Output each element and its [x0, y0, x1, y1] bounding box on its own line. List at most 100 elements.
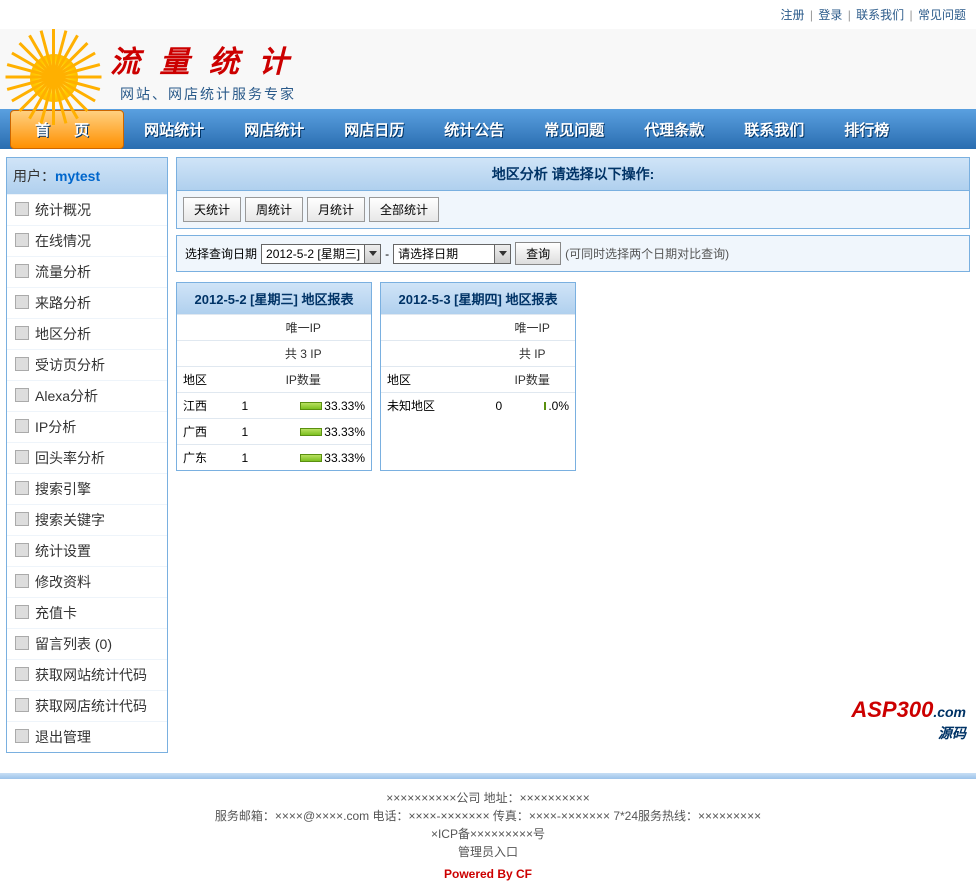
sidebar-item-label: 获取网店统计代码: [35, 698, 147, 714]
contact-link[interactable]: 联系我们: [856, 8, 904, 22]
footer-icp: ×ICP备×××××××××号: [0, 825, 976, 843]
sidebar-item-5[interactable]: 受访页分析: [7, 349, 167, 380]
date2-select[interactable]: 请选择日期: [393, 244, 511, 264]
page-icon: [15, 233, 29, 247]
cell-region: 广西: [177, 419, 236, 445]
hdr-region: 地区: [381, 367, 489, 393]
nav-item-0[interactable]: 首 页: [10, 110, 124, 149]
unique-ip-label: 唯一IP: [489, 315, 575, 341]
stat-tab-3[interactable]: 全部统计: [369, 197, 439, 222]
date1-value: 2012-5-2 [星期三]: [262, 245, 364, 262]
sidebar-item-label: 统计概况: [35, 202, 91, 218]
sidebar-item-8[interactable]: 回头率分析: [7, 442, 167, 473]
sidebar-item-15[interactable]: 获取网站统计代码: [7, 659, 167, 690]
header: 流 量 统 计 网站、网店统计服务专家: [0, 29, 976, 109]
cell-count: 133.33%: [236, 393, 372, 419]
page-icon: [15, 264, 29, 278]
total-ip-label: 共 IP: [489, 341, 575, 367]
cell-region: 未知地区: [381, 393, 489, 419]
sidebar-user: 用户：mytest: [7, 158, 167, 194]
page-icon: [15, 543, 29, 557]
stat-tab-1[interactable]: 周统计: [245, 197, 303, 222]
page-icon: [15, 667, 29, 681]
sidebar-item-16[interactable]: 获取网店统计代码: [7, 690, 167, 721]
stat-tab-2[interactable]: 月统计: [307, 197, 365, 222]
nav-item-6[interactable]: 代理条款: [624, 119, 724, 140]
panel-title: 地区分析 请选择以下操作:: [176, 157, 970, 191]
cell-region: 广东: [177, 445, 236, 471]
sidebar-item-label: 受访页分析: [35, 357, 105, 373]
page-icon: [15, 574, 29, 588]
date2-value: 请选择日期: [394, 245, 494, 262]
sidebar-item-7[interactable]: IP分析: [7, 411, 167, 442]
sidebar-item-label: 统计设置: [35, 543, 91, 559]
unique-ip-label: 唯一IP: [236, 315, 372, 341]
sidebar-item-1[interactable]: 在线情况: [7, 225, 167, 256]
main-nav: 首 页网站统计网店统计网店日历统计公告常见问题代理条款联系我们排行榜: [0, 109, 976, 149]
page-icon: [15, 512, 29, 526]
bar-icon: [300, 428, 322, 436]
user-prefix: 用户：: [13, 168, 55, 184]
sidebar-item-12[interactable]: 修改资料: [7, 566, 167, 597]
sidebar-item-label: 获取网站统计代码: [35, 667, 147, 683]
stat-tabs: 天统计周统计月统计全部统计: [176, 191, 970, 229]
page-icon: [15, 357, 29, 371]
sidebar-item-label: IP分析: [35, 419, 76, 435]
nav-item-5[interactable]: 常见问题: [524, 119, 624, 140]
hdr-count: IP数量: [489, 367, 575, 393]
date1-select[interactable]: 2012-5-2 [星期三]: [261, 244, 381, 264]
page-icon: [15, 326, 29, 340]
sidebar-item-10[interactable]: 搜索关键字: [7, 504, 167, 535]
sidebar-item-11[interactable]: 统计设置: [7, 535, 167, 566]
table-row: 广西133.33%: [177, 419, 371, 445]
sidebar-item-label: 修改资料: [35, 574, 91, 590]
nav-item-4[interactable]: 统计公告: [424, 119, 524, 140]
date-query-row: 选择查询日期 2012-5-2 [星期三] - 请选择日期 查询 (可同时选择两…: [176, 235, 970, 272]
nav-item-8[interactable]: 排行榜: [824, 119, 909, 140]
sidebar-item-label: 流量分析: [35, 264, 91, 280]
date-separator: -: [385, 247, 389, 261]
sidebar-item-2[interactable]: 流量分析: [7, 256, 167, 287]
sidebar: 用户：mytest 统计概况在线情况流量分析来路分析地区分析受访页分析 Alexa…: [6, 157, 168, 753]
sidebar-item-label: 退出管理: [35, 729, 91, 745]
page-icon: [15, 388, 29, 402]
page-icon: [15, 295, 29, 309]
sidebar-item-label: 回头率分析: [35, 450, 105, 466]
user-name: mytest: [55, 168, 100, 184]
hdr-count: IP数量: [236, 367, 372, 393]
sidebar-item-6[interactable]: Alexa分析: [7, 380, 167, 411]
footer: ××××××××××公司 地址：×××××××××× 服务邮箱：××××@×××…: [0, 779, 976, 887]
sidebar-item-label: 来路分析: [35, 295, 91, 311]
report-title: 2012-5-3 [星期四] 地区报表: [381, 283, 575, 314]
login-link[interactable]: 登录: [818, 8, 842, 22]
sidebar-item-13[interactable]: 充值卡: [7, 597, 167, 628]
admin-entry-link[interactable]: 管理员入口: [458, 845, 518, 859]
nav-item-7[interactable]: 联系我们: [724, 119, 824, 140]
sidebar-item-14[interactable]: 留言列表 (0): [7, 628, 167, 659]
sidebar-item-label: 搜索关键字: [35, 512, 105, 528]
logo-subtitle: 网站、网店统计服务专家: [120, 84, 296, 104]
sidebar-item-17[interactable]: 退出管理: [7, 721, 167, 752]
register-link[interactable]: 注册: [781, 8, 805, 22]
table-row: 未知地区0.0%: [381, 393, 575, 419]
sun-logo-icon: [10, 29, 100, 109]
cell-region: 江西: [177, 393, 236, 419]
sidebar-item-4[interactable]: 地区分析: [7, 318, 167, 349]
date-label: 选择查询日期: [185, 245, 257, 262]
query-hint: (可同时选择两个日期对比查询): [565, 245, 729, 262]
sidebar-item-label: 搜索引擎: [35, 481, 91, 497]
query-button[interactable]: 查询: [515, 242, 561, 265]
faq-link[interactable]: 常见问题: [918, 8, 966, 22]
sidebar-item-label: 在线情况: [35, 233, 91, 249]
region-report-0: 2012-5-2 [星期三] 地区报表唯一IP共 3 IP地区IP数量江西133…: [176, 282, 372, 471]
stat-tab-0[interactable]: 天统计: [183, 197, 241, 222]
cell-count: 133.33%: [236, 445, 372, 471]
chevron-down-icon: [364, 245, 380, 263]
sidebar-item-0[interactable]: 统计概况: [7, 194, 167, 225]
nav-item-2[interactable]: 网店统计: [224, 119, 324, 140]
sidebar-item-3[interactable]: 来路分析: [7, 287, 167, 318]
nav-item-3[interactable]: 网店日历: [324, 119, 424, 140]
nav-item-1[interactable]: 网站统计: [124, 119, 224, 140]
sidebar-item-label: 充值卡: [35, 605, 77, 621]
sidebar-item-9[interactable]: 搜索引擎: [7, 473, 167, 504]
